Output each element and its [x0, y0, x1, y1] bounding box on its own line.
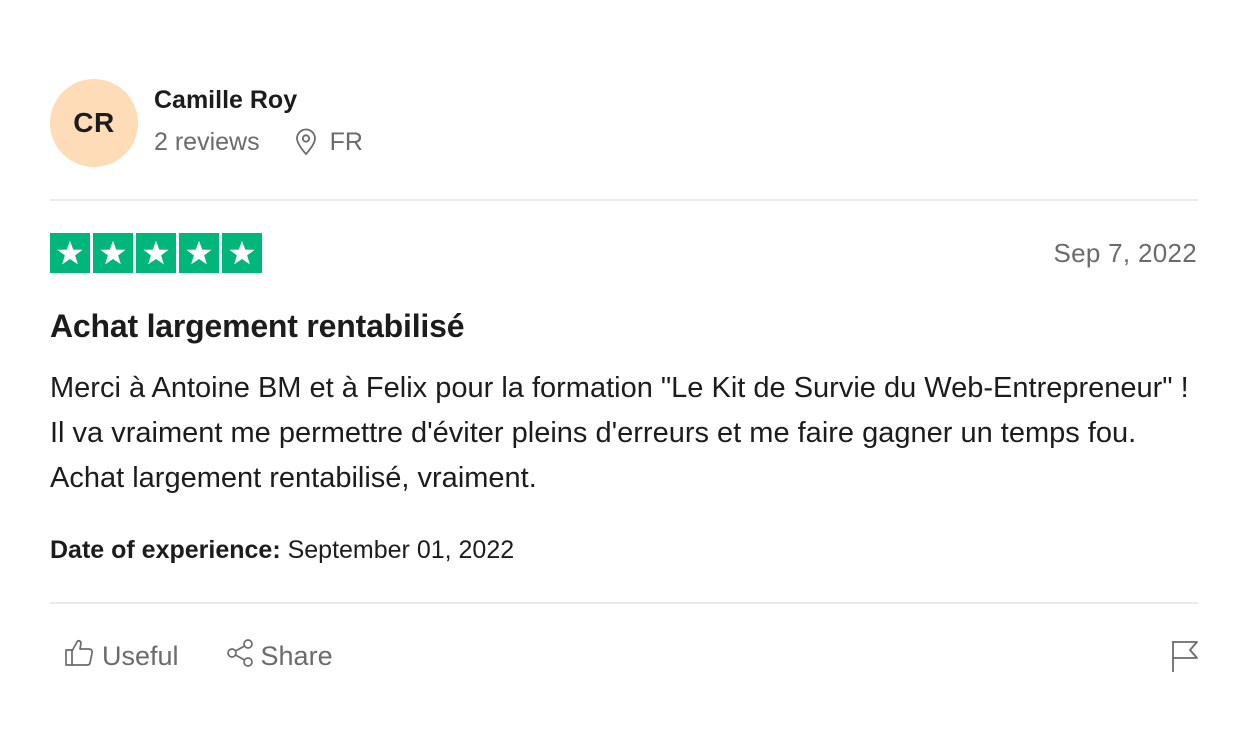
- star-icon: [50, 233, 90, 273]
- share-label: Share: [260, 641, 333, 671]
- star-icon: [179, 233, 219, 273]
- reviewer-header: CR Camille Roy 2 reviews FR: [50, 79, 363, 167]
- experience-label: Date of experience:: [50, 536, 281, 564]
- useful-label: Useful: [102, 641, 179, 671]
- experience-date: September 01, 2022: [287, 536, 515, 564]
- avatar[interactable]: CR: [50, 79, 138, 167]
- useful-button[interactable]: Useful: [64, 638, 179, 675]
- share-button[interactable]: Share: [225, 638, 333, 675]
- divider: [50, 199, 1198, 201]
- star-icon: [93, 233, 133, 273]
- star-icon: [222, 233, 262, 273]
- review-card: CR Camille Roy 2 reviews FR Sep 7, 2022 …: [0, 0, 1250, 750]
- review-title[interactable]: Achat largement rentabilisé: [50, 308, 464, 345]
- star-icon: [136, 233, 176, 273]
- reviews-count: 2 reviews: [154, 128, 260, 156]
- location-pin-icon: [294, 128, 318, 156]
- date-of-experience: Date of experience: September 01, 2022: [50, 536, 514, 565]
- review-actions: Useful Share: [64, 638, 333, 675]
- reviewer-name[interactable]: Camille Roy: [154, 85, 363, 115]
- review-date: Sep 7, 2022: [1053, 238, 1197, 268]
- reviewer-meta: 2 reviews FR: [154, 127, 363, 157]
- divider: [50, 602, 1198, 604]
- flag-icon[interactable]: [1170, 638, 1200, 679]
- review-body: Merci à Antoine BM et à Felix pour la fo…: [50, 372, 1189, 494]
- share-icon: [225, 638, 261, 675]
- star-rating: [50, 233, 262, 273]
- reviewer-info: Camille Roy 2 reviews FR: [154, 86, 363, 157]
- reviewer-location: FR: [329, 128, 363, 156]
- thumbs-up-icon: [64, 638, 102, 675]
